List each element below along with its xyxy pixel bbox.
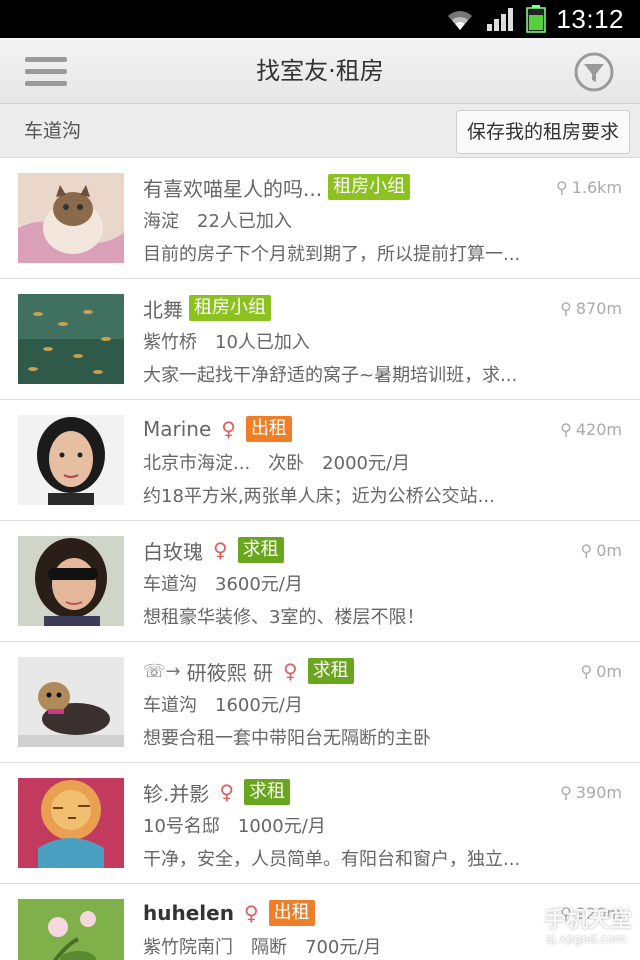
distance: ⚲ 390m [560, 783, 622, 802]
status-badge: 求租 [237, 537, 284, 563]
avatar [18, 778, 124, 868]
location-pin-icon: ⚲ [560, 420, 572, 439]
status-badge: 租房小组 [328, 174, 411, 200]
description: 目前的房子下个月就到期了，所以提前打算一... [143, 244, 521, 265]
member-count: 10人已加入 [215, 332, 310, 353]
location-pin-icon: ⚲ [580, 541, 593, 560]
location-bar: 车道沟 保存我的租房要求 [0, 104, 640, 158]
status-badge: 求租 [307, 658, 354, 684]
save-requirements-button[interactable]: 保存我的租房要求 [455, 110, 630, 154]
female-icon: ♀ [282, 659, 298, 683]
list-item[interactable]: 轸.并影 ♀ 求租 ⚲ 390m 10号名邸 1000元/月 干净，安全，人员简单。… [0, 763, 640, 884]
list-item[interactable]: 白玫瑰 ♀ 求租 ⚲ 0m 车道沟 3600元/月 想租豪华装修、3室的、楼层不限！ [0, 521, 640, 642]
description: 干净，安全，人员简单。有阳台和窗户，独立... [143, 849, 521, 870]
watermark: 手机天堂 sj.xpgod.com [462, 902, 632, 952]
wifi-icon [444, 6, 476, 32]
room-type: 次卧 [268, 453, 305, 474]
user-name: 白玫瑰 [143, 539, 203, 564]
listing-title: 北舞 [143, 297, 183, 322]
status-badge: 出租 [245, 416, 292, 442]
user-name: Marine [143, 417, 212, 441]
member-count: 22人已加入 [197, 211, 292, 232]
current-location[interactable]: 车道沟 [24, 104, 81, 158]
list-item[interactable]: ☏→ 研筱熙 研 ♀ 求租 ⚲ 0m 车道沟 1600元/月 想要合租一套中带阳台无… [0, 642, 640, 763]
listing-list: 有喜欢喵星人的吗... 租房小组 ⚲ 1.6km 海淀 22人已加入 目前的房子下个… [0, 158, 640, 960]
battery-icon [526, 5, 547, 33]
area: 10号名邸 [143, 816, 220, 837]
price: 700元/月 [305, 937, 382, 958]
avatar [18, 173, 124, 263]
location-pin-icon: ⚲ [555, 178, 568, 197]
area: 紫竹桥 [143, 332, 197, 353]
description: 想要合租一套中带阳台无隔断的主卧 [143, 728, 431, 749]
female-icon: ♀ [213, 538, 228, 562]
listing-title: 有喜欢喵星人的吗... [143, 176, 323, 201]
area: 车道沟 [143, 574, 197, 595]
price: 1600元/月 [215, 695, 303, 716]
location-pin-icon: ⚲ [560, 299, 572, 318]
avatar [18, 899, 124, 960]
price: 2000元/月 [322, 453, 411, 474]
filter-icon[interactable] [572, 50, 616, 94]
clock: 13:12 [556, 3, 624, 34]
user-name: 轸.并影 [143, 781, 210, 806]
distance: ⚲ 0m [580, 541, 622, 560]
location-pin-icon: ⚲ [580, 662, 593, 681]
distance: ⚲ 420m [560, 420, 622, 439]
user-name: 研筱熙 研 [186, 660, 273, 685]
user-name: huhelen [143, 901, 234, 925]
female-icon: ♀ [243, 901, 259, 925]
avatar [18, 415, 124, 505]
list-item[interactable]: 北舞 租房小组 ⚲ 870m 紫竹桥 10人已加入 大家一起找干净舒适的窝子~暑期培… [0, 279, 640, 400]
description: 约18平方米,两张单人床；近为公桥公交站... [143, 486, 495, 507]
status-badge: 租房小组 [189, 295, 271, 321]
price: 3600元/月 [215, 574, 303, 595]
area: 北京市海淀... [143, 453, 251, 474]
status-badge: 求租 [244, 779, 291, 805]
distance: ⚲ 870m [560, 299, 622, 318]
page-title: 找室友·租房 [256, 57, 384, 85]
female-icon: ♀ [219, 780, 235, 804]
room-type: 隔断 [251, 937, 287, 958]
app-header: 找室友·租房 [0, 38, 640, 104]
status-bar: 13:12 [0, 0, 640, 38]
watermark-title: 手机天堂 [543, 908, 632, 933]
description: 大家一起找干净舒适的窝子~暑期培训班，求... [143, 365, 518, 386]
signal-icon [486, 6, 516, 32]
status-badge: 出租 [268, 900, 315, 926]
distance: ⚲ 1.6km [555, 178, 622, 197]
list-item[interactable]: Marine ♀ 出租 ⚲ 420m 北京市海淀... 次卧 2000元/月 约18平… [0, 400, 640, 521]
distance: ⚲ 0m [580, 662, 622, 681]
phone-icon: ☏→ [143, 660, 181, 682]
location-pin-icon: ⚲ [560, 783, 572, 802]
description: 想租豪华装修、3室的、楼层不限！ [143, 607, 425, 628]
avatar [18, 536, 124, 626]
area: 海淀 [143, 211, 179, 232]
avatar [18, 294, 124, 384]
list-item[interactable]: 有喜欢喵星人的吗... 租房小组 ⚲ 1.6km 海淀 22人已加入 目前的房子下个… [0, 158, 640, 279]
area: 紫竹院南门 [143, 937, 233, 958]
area: 车道沟 [143, 695, 197, 716]
price: 1000元/月 [237, 816, 326, 837]
female-icon: ♀ [221, 417, 236, 441]
watermark-url: sj.xpgod.com [545, 932, 626, 946]
avatar [18, 657, 124, 747]
